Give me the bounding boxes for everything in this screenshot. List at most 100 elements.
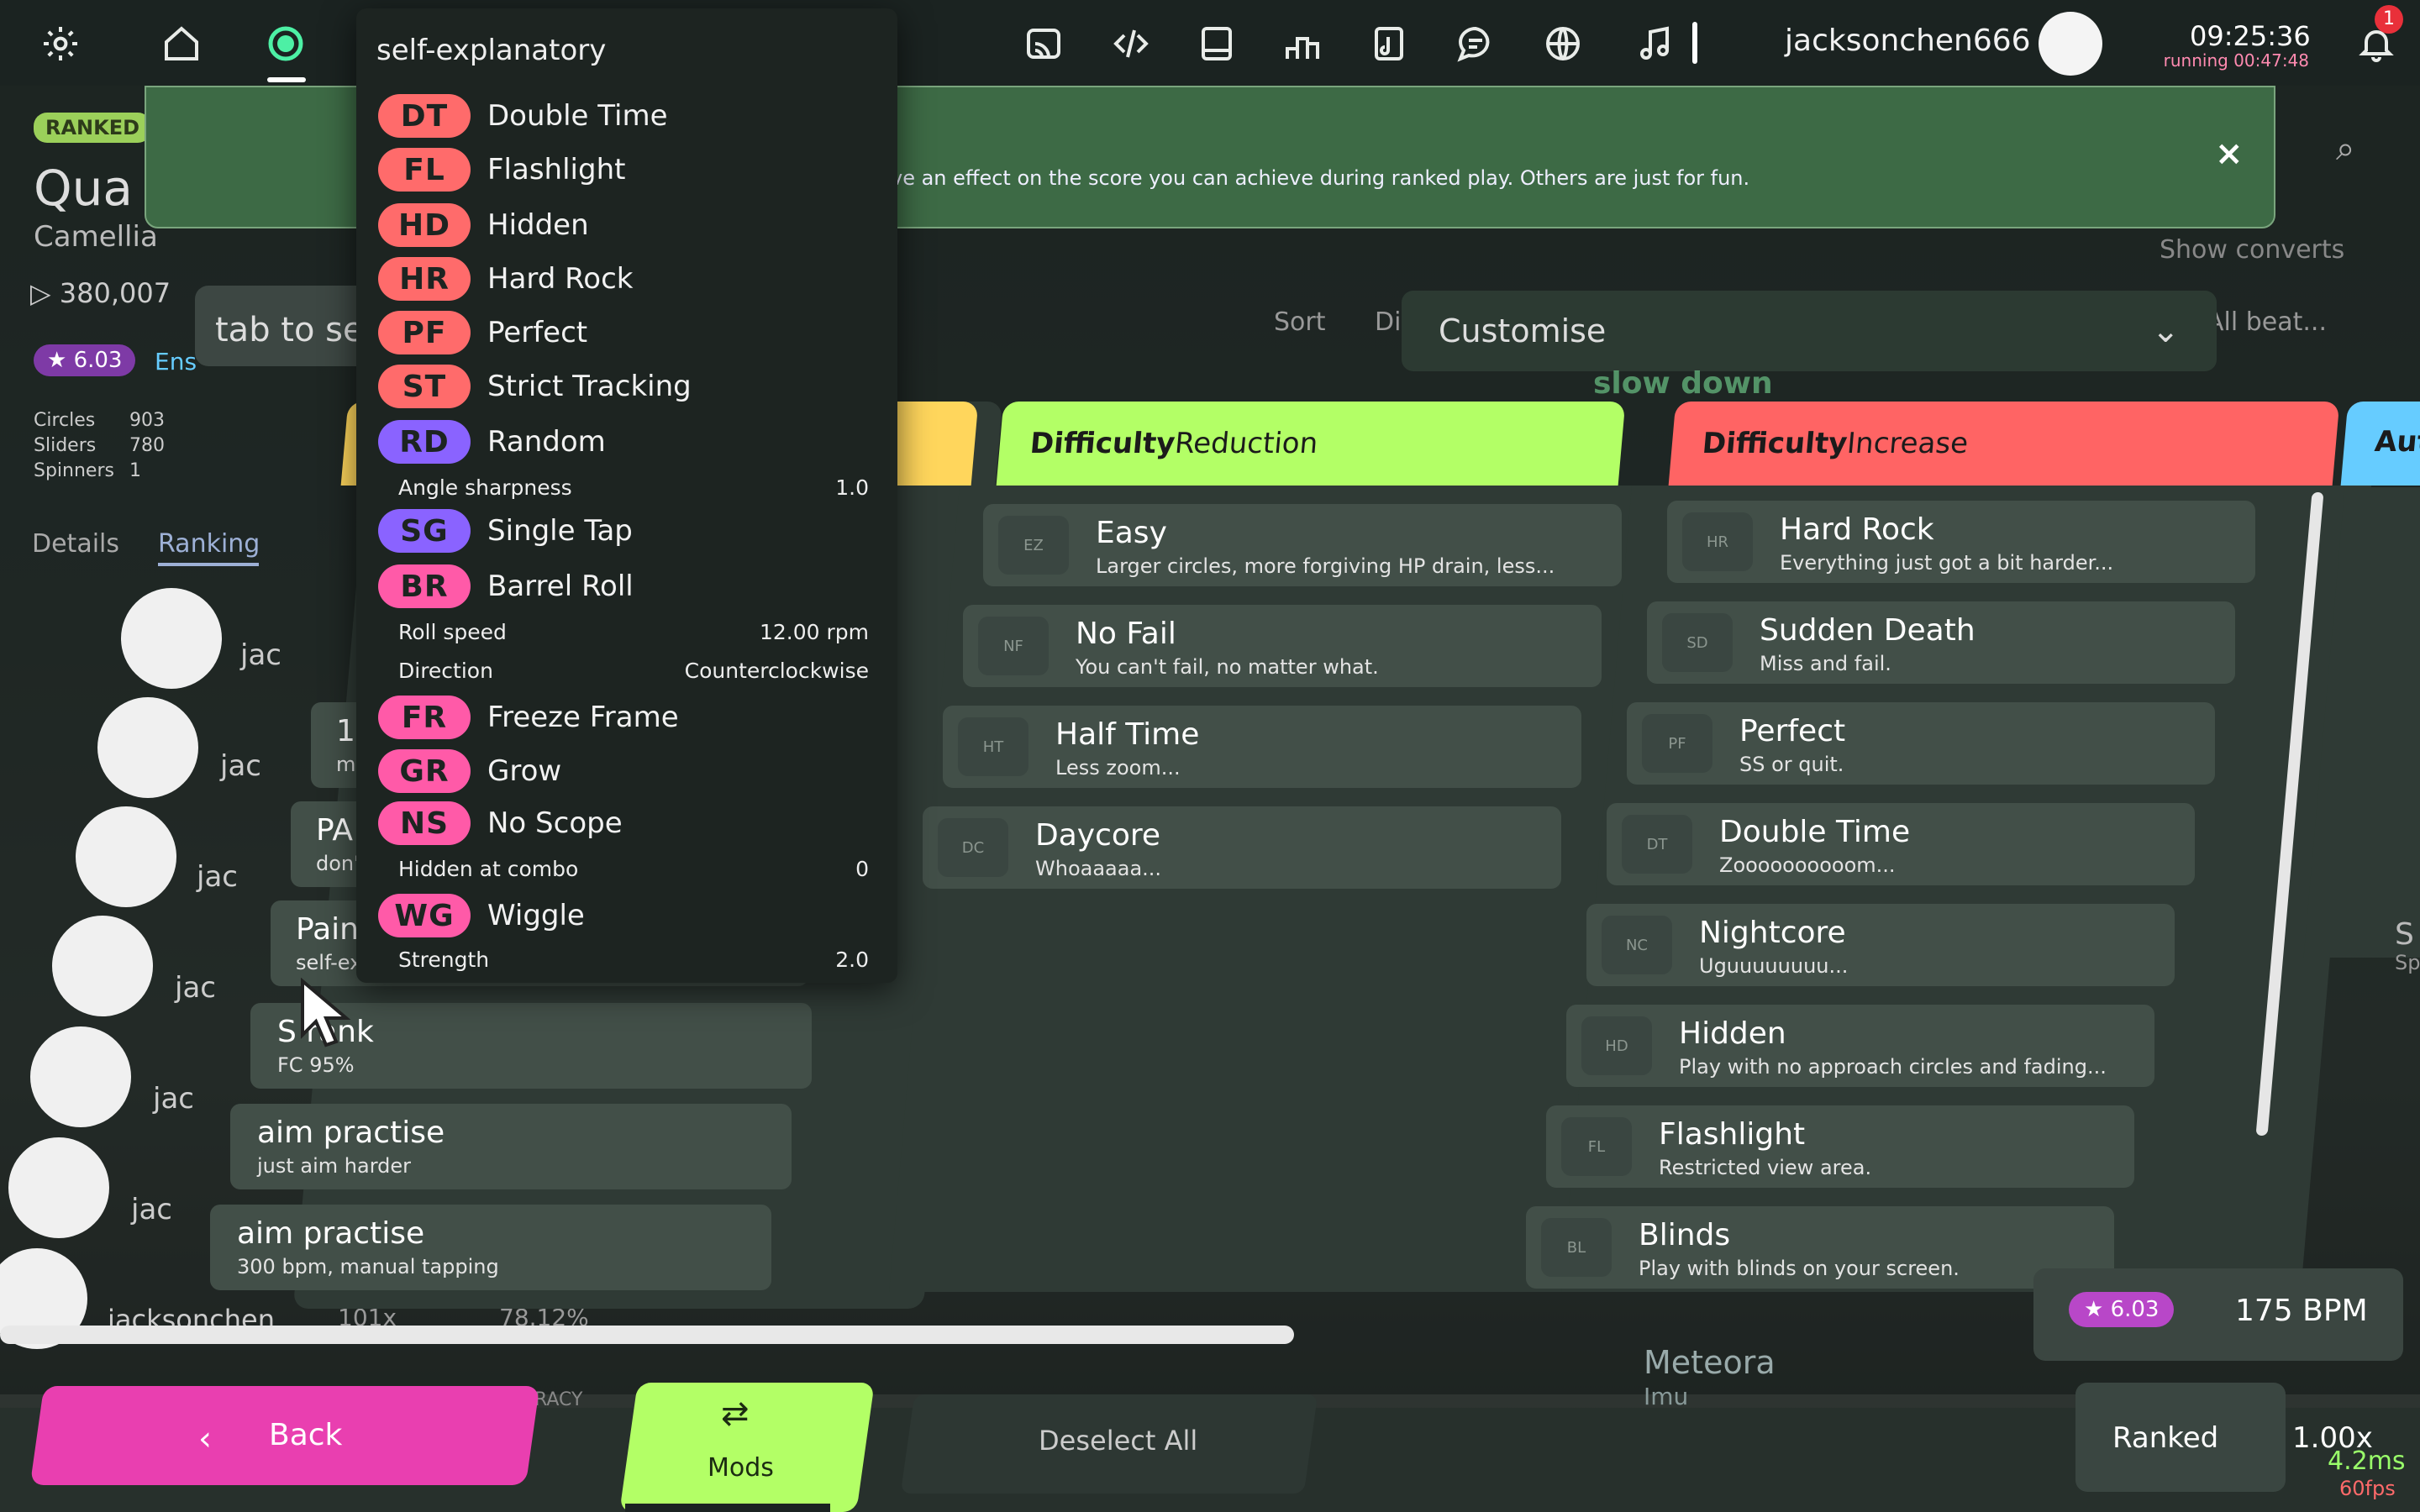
setting-label: Direction [398,659,493,683]
notice-text: ve an effect on the score you can achiev… [891,166,1750,190]
filter-dropdown[interactable]: All beat... [2207,307,2327,337]
preset-card[interactable]: aim practise 300 bpm, manual tapping [210,1205,771,1290]
mod-card-daycore[interactable]: DC Daycore Whoaaaaa... [923,806,1561,889]
username[interactable]: jacksonchen666 [1785,24,2031,58]
mod-name: Perfect [487,316,588,349]
popover-mod-item: WG Wiggle [378,892,585,939]
mod-desc: Play with no approach circles and fading… [1679,1055,2107,1079]
sort-partial: Di [1375,307,1402,337]
score-name: jac [175,971,216,1005]
popover-mod-item: BR Barrel Roll [378,563,634,610]
ranked-label: Ranked [2112,1421,2219,1455]
mod-name: Sudden Death [1760,613,1975,648]
mod-acronym-badge: SG [378,509,471,553]
mod-card-hidden[interactable]: HD Hidden Play with no approach circles … [1566,1005,2154,1087]
customise-dropdown[interactable]: Customise ⌄ [1402,291,2217,371]
active-ruleset-indicator [267,77,306,82]
swap-arrows-icon: ⇄ [721,1394,750,1433]
mod-acronym-badge: NS [378,801,471,845]
play-count: ▷ 380,007 [30,277,171,309]
mod-card-flashlight[interactable]: FL Flashlight Restricted view area. [1546,1105,2134,1188]
mod-icon-dc: DC [938,818,1008,877]
search-icon[interactable]: ⌕ [2336,129,2354,168]
popover-mod-item: ST Strict Tracking [378,363,692,410]
mod-desc: Larger circles, more forgiving HP drain,… [1096,554,1555,578]
star-rating-badge: ★ 6.03 [2069,1292,2175,1327]
setting-value: 1.0 [835,475,869,500]
settings-gear-icon[interactable] [35,18,86,69]
mod-card-half-time[interactable]: HT Half Time Less zoom... [943,706,1581,788]
song-artist: Camellia [34,220,158,254]
mod-name: Strict Tracking [487,370,692,403]
chat-icon[interactable] [1450,18,1501,69]
tab-details[interactable]: Details [32,529,119,559]
ruleset-osu-icon[interactable] [260,18,311,69]
preset-name: Pain [296,912,359,947]
mod-name: Half Time [1055,717,1200,752]
next-beatmap-artist: Imu [1644,1383,1689,1410]
mod-icon-fl: FL [1561,1117,1632,1176]
mod-card-double-time[interactable]: DT Double Time Zoooooooooom... [1607,803,2195,885]
ranked-status-badge: RANKED [34,113,152,143]
show-converts[interactable]: Show converts [2160,235,2344,265]
mod-desc: Zoooooooooom... [1719,853,1896,877]
cast-icon[interactable] [1018,18,1069,69]
mod-card-hard-rock[interactable]: HR Hard Rock Everything just got a bit h… [1667,501,2255,583]
globe-icon[interactable] [1538,18,1588,69]
star-rating-pill: ★ 6.03 [34,344,136,376]
mod-setting-row: Direction Counterclockwise [398,659,869,683]
mod-acronym-badge: RD [378,420,471,464]
mod-name: Flashlight [1659,1117,1806,1152]
tab-ranking-underline [158,563,259,566]
mods-button-label: Mods [708,1453,774,1483]
score-avatar [121,588,222,689]
mod-name: Double Time [487,99,668,133]
tab-ranking[interactable]: Ranking [158,529,260,559]
fps-counter: 60fps [2339,1477,2396,1500]
music-icon[interactable] [1630,18,1681,69]
mod-desc: Less zoom... [1055,756,1181,780]
header-rest: Increase [1845,427,1970,460]
star-suffix: Ens [155,348,197,375]
mod-icon-ez: EZ [998,516,1069,575]
stat-sliders-value: 780 [129,435,165,456]
mod-name: No Scope [487,806,623,840]
difficulty-increase-header: Difficulty Increase [1668,402,2340,486]
mod-acronym-badge: WG [378,894,471,937]
home-icon[interactable] [156,18,207,69]
horizontal-scrollbar[interactable] [0,1326,1294,1344]
mod-acronym-badge: HR [378,257,471,301]
automation-partial-desc: Sp [2395,951,2420,974]
preset-desc: FC 95% [277,1053,355,1077]
user-avatar[interactable] [2039,12,2102,76]
mod-acronym-badge: GR [378,749,471,793]
setting-value: 0 [855,857,869,881]
preset-card[interactable]: aim practise just aim harder [230,1104,792,1189]
mod-name: Grow [487,754,562,788]
mod-card-blinds[interactable]: BL Blinds Play with blinds on your scree… [1526,1206,2114,1289]
sort-label: Sort [1274,307,1326,337]
mod-card-nightcore[interactable]: NC Nightcore Uguuuuuuuu... [1586,904,2175,986]
mod-setting-row: Strength 2.0 [398,948,869,972]
code-icon[interactable] [1106,18,1156,69]
mod-setting-row: Hidden at combo 0 [398,857,869,881]
popover-mod-item: FL Flashlight [378,146,625,193]
popover-mod-item: FR Freeze Frame [378,694,679,741]
mod-name: Nightcore [1699,916,1846,950]
mod-card-sudden-death[interactable]: SD Sudden Death Miss and fail. [1647,601,2235,684]
mod-acronym-badge: ST [378,365,471,408]
mod-card-perfect[interactable]: PF Perfect SS or quit. [1627,702,2215,785]
mod-desc: You can't fail, no matter what. [1076,655,1379,679]
next-beatmap-title: Meteora [1644,1344,1776,1381]
beatmap-listing-icon[interactable] [1363,18,1413,69]
stat-circles-value: 903 [129,410,165,431]
mod-icon-pf: PF [1642,714,1712,773]
rankings-icon[interactable] [1277,18,1328,69]
mod-card-no-fail[interactable]: NF No Fail You can't fail, no matter wha… [963,605,1602,687]
mod-name: Flashlight [487,153,626,186]
setting-value: Counterclockwise [684,659,869,683]
notice-close-button[interactable]: × [2215,134,2244,173]
setting-value: 12.00 rpm [759,620,869,644]
news-icon[interactable] [1192,18,1242,69]
setting-label: Roll speed [398,620,507,644]
